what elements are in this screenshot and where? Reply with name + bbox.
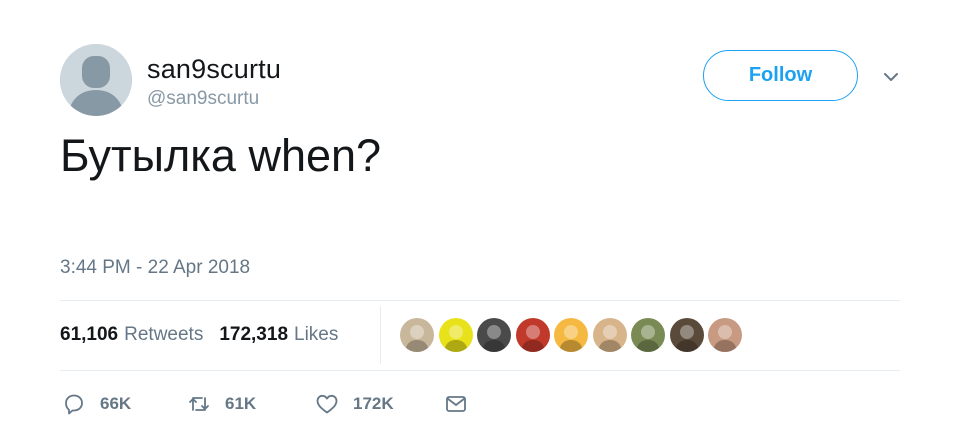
retweet-icon xyxy=(189,397,209,411)
retweet-button[interactable]: 61K xyxy=(187,390,256,418)
divider xyxy=(60,300,900,301)
reply-icon xyxy=(65,394,83,415)
retweets-count: 61,106 xyxy=(60,324,119,345)
tweet-card: san9scurtu @san9scurtu Follow Бутылка wh… xyxy=(0,0,960,428)
retweets-stat[interactable]: 61,106 Retweets xyxy=(60,324,203,346)
liker-avatar-3 xyxy=(477,318,511,352)
liker-avatar-1 xyxy=(400,318,434,352)
follow-button[interactable]: Follow xyxy=(703,50,858,101)
heart-icon xyxy=(316,394,338,414)
divider xyxy=(60,370,900,371)
like-count: 172K xyxy=(353,394,394,413)
user-handle[interactable]: @san9scurtu xyxy=(147,88,259,110)
tweet-stats: 61,106 Retweets 172,318 Likes xyxy=(60,318,354,352)
tweet-timestamp[interactable]: 3:44 PM - 22 Apr 2018 xyxy=(60,257,250,279)
like-button[interactable]: 172K xyxy=(315,390,394,418)
liker-avatar-9 xyxy=(708,318,742,352)
likes-stat[interactable]: 172,318 Likes xyxy=(219,324,338,346)
liker-avatars xyxy=(398,316,745,354)
reply-button[interactable]: 66K xyxy=(62,390,131,418)
liker-avatar[interactable] xyxy=(552,316,590,354)
tweet-text: Бутылка when? xyxy=(60,130,382,181)
liker-avatar[interactable] xyxy=(629,316,667,354)
liker-avatar-7 xyxy=(631,318,665,352)
chevron-down-icon xyxy=(884,73,898,81)
liker-avatar-5 xyxy=(554,318,588,352)
stats-separator xyxy=(380,306,381,364)
liker-avatar-2 xyxy=(438,318,473,352)
avatar[interactable] xyxy=(60,44,132,116)
likes-count: 172,318 xyxy=(219,324,289,345)
liker-avatar[interactable] xyxy=(398,316,436,354)
liker-avatar[interactable] xyxy=(667,316,706,354)
liker-avatar-6 xyxy=(592,318,627,352)
retweets-label: Retweets xyxy=(124,324,204,345)
display-name[interactable]: san9scurtu xyxy=(147,54,281,85)
likes-label: Likes xyxy=(294,324,339,345)
direct-message-button[interactable] xyxy=(444,390,468,418)
liker-avatar[interactable] xyxy=(706,316,744,354)
liker-avatar[interactable] xyxy=(590,316,629,354)
default-avatar-icon xyxy=(60,44,132,116)
liker-avatar[interactable] xyxy=(475,316,513,354)
liker-avatar-8 xyxy=(669,318,704,352)
retweet-count: 61K xyxy=(225,394,257,413)
liker-avatar-4 xyxy=(515,318,550,352)
liker-avatar[interactable] xyxy=(513,316,552,354)
more-options-button[interactable] xyxy=(880,66,902,88)
reply-count: 66K xyxy=(100,394,132,413)
tweet-actions: 66K 61K 172K xyxy=(62,390,482,418)
envelope-icon xyxy=(446,396,466,412)
liker-avatar[interactable] xyxy=(436,316,475,354)
